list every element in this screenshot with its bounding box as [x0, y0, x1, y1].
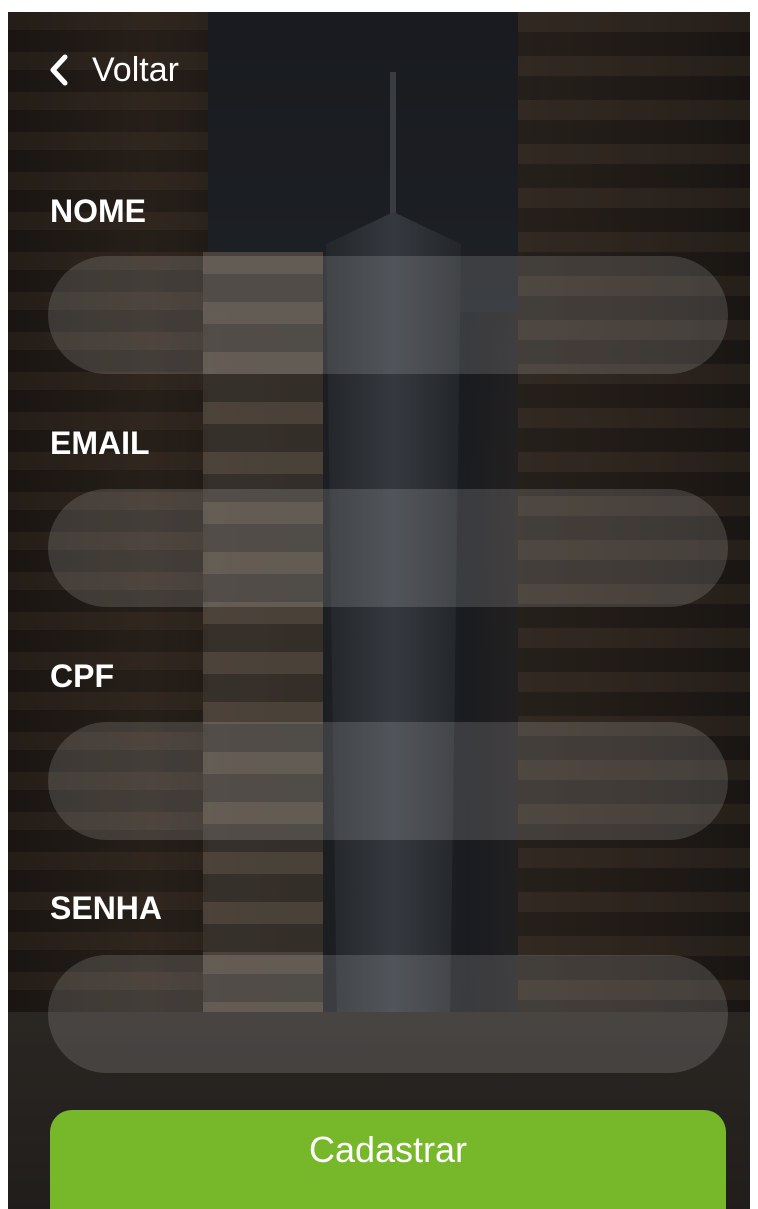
name-label: NOME — [50, 193, 146, 229]
email-label: EMAIL — [50, 425, 150, 461]
chevron-left-icon — [50, 54, 68, 86]
back-label: Voltar — [92, 51, 179, 89]
register-form: Voltar NOME EMAIL CPF SENHA Cadastrar — [8, 12, 750, 1209]
password-input[interactable] — [48, 955, 728, 1073]
name-input[interactable] — [48, 256, 728, 374]
password-label: SENHA — [50, 890, 163, 926]
email-input[interactable] — [48, 489, 728, 607]
register-screen: Voltar NOME EMAIL CPF SENHA Cadastrar — [8, 12, 750, 1209]
register-button[interactable]: Cadastrar — [50, 1110, 726, 1209]
cpf-input[interactable] — [48, 722, 728, 840]
cpf-label: CPF — [50, 658, 114, 694]
back-button[interactable]: Voltar — [48, 50, 179, 90]
